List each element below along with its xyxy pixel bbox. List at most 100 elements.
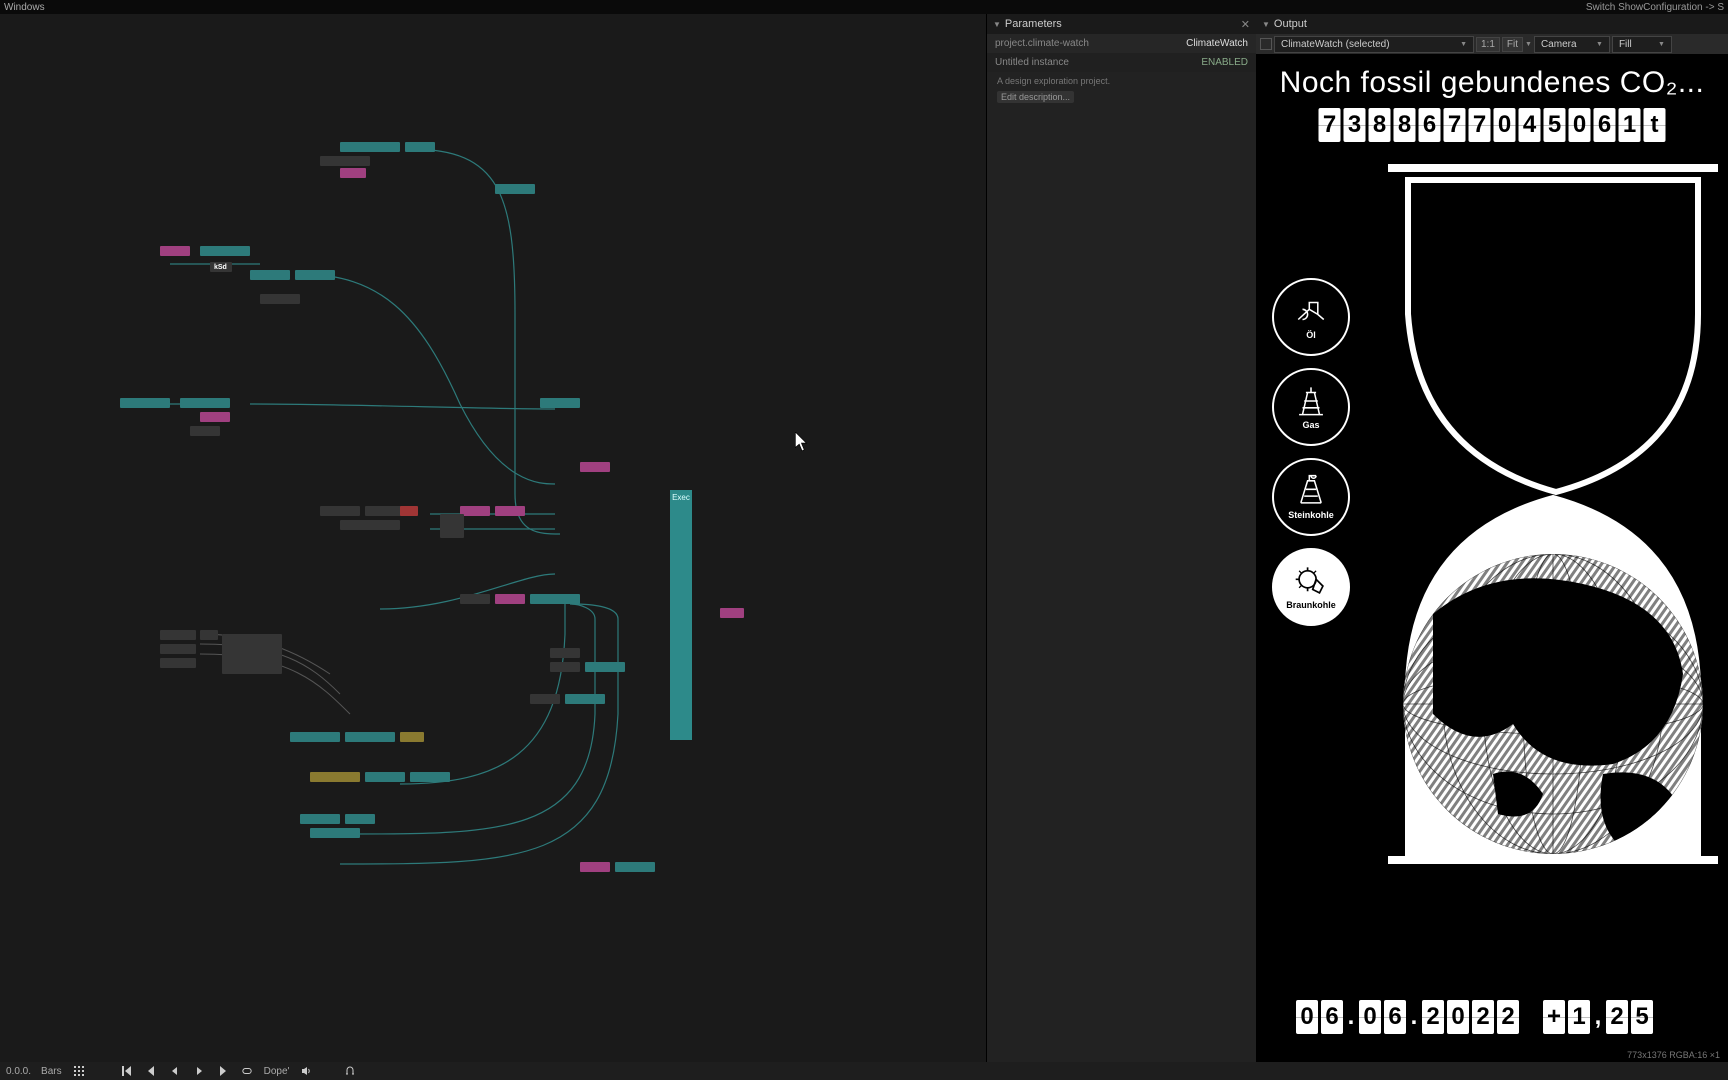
- grid-icon[interactable]: [72, 1064, 86, 1078]
- counter-digit: 4: [1519, 108, 1541, 142]
- timeline-bar[interactable]: 0.0.0. Bars Dope': [0, 1062, 1728, 1080]
- close-icon[interactable]: ✕: [1241, 18, 1250, 31]
- graph-node[interactable]: [340, 520, 400, 530]
- graph-node[interactable]: [295, 270, 335, 280]
- counter-digit: 5: [1544, 108, 1566, 142]
- enabled-badge[interactable]: ENABLED: [1201, 57, 1248, 68]
- step-back-icon[interactable]: [144, 1064, 158, 1078]
- graph-node[interactable]: [200, 412, 230, 422]
- graph-node[interactable]: [585, 662, 625, 672]
- output-source-dropdown[interactable]: ClimateWatch (selected)▼: [1274, 36, 1474, 53]
- graph-node[interactable]: [222, 634, 282, 674]
- graph-node[interactable]: [365, 506, 405, 516]
- graph-node[interactable]: [530, 694, 560, 704]
- render-viewport[interactable]: Noch fossil gebundenes CO₂... 7388677045…: [1256, 54, 1728, 1062]
- graph-node[interactable]: [160, 630, 196, 640]
- fuel-label: Öl: [1306, 330, 1316, 340]
- timeline-mode[interactable]: Bars: [41, 1066, 62, 1077]
- hourglass-graphic: [1388, 164, 1718, 864]
- fill-dropdown[interactable]: Fill▼: [1612, 36, 1672, 53]
- counter-digit: 1: [1619, 108, 1641, 142]
- graph-node[interactable]: [405, 142, 435, 152]
- camera-dropdown[interactable]: Camera▼: [1534, 36, 1610, 53]
- audio-icon[interactable]: [299, 1064, 313, 1078]
- loop-icon[interactable]: [240, 1064, 254, 1078]
- menu-windows[interactable]: Windows: [0, 2, 45, 13]
- graph-node[interactable]: [400, 506, 418, 516]
- graph-node[interactable]: [160, 644, 196, 654]
- co2-counter: 7388677045061t: [1319, 108, 1666, 142]
- graph-node[interactable]: [345, 732, 395, 742]
- graph-node[interactable]: [580, 862, 610, 872]
- date-digit: .: [1346, 1000, 1356, 1034]
- graph-node[interactable]: [340, 168, 366, 178]
- graph-node[interactable]: [320, 506, 360, 516]
- graph-node[interactable]: [120, 398, 170, 408]
- graph-node[interactable]: [250, 270, 290, 280]
- output-checkbox[interactable]: [1260, 38, 1272, 50]
- graph-node[interactable]: [440, 514, 464, 538]
- graph-node[interactable]: [160, 658, 196, 668]
- graph-node[interactable]: [180, 398, 230, 408]
- graph-node[interactable]: [190, 426, 220, 436]
- node-graph-canvas[interactable]: kSd Exec: [0, 14, 986, 1062]
- graph-node[interactable]: [400, 732, 424, 742]
- graph-node[interactable]: [530, 594, 580, 604]
- graph-node[interactable]: [410, 772, 450, 782]
- date-digit: 2: [1472, 1000, 1494, 1034]
- dropdown-icon[interactable]: ▼: [1525, 41, 1532, 48]
- config-switch-label[interactable]: Switch ShowConfiguration -> S: [1586, 2, 1728, 13]
- counter-digit: 3: [1344, 108, 1366, 142]
- parameters-panel: ▼ Parameters ✕ project.climate-watch Cli…: [986, 14, 1256, 1062]
- exec-node[interactable]: Exec: [670, 490, 692, 740]
- date-digit: 2: [1422, 1000, 1444, 1034]
- counter-digit: 0: [1569, 108, 1591, 142]
- graph-node[interactable]: [345, 814, 375, 824]
- graph-node[interactable]: [495, 506, 525, 516]
- graph-node[interactable]: kSd: [210, 262, 232, 272]
- graph-node[interactable]: [320, 156, 370, 166]
- graph-node[interactable]: [460, 506, 490, 516]
- collapse-icon[interactable]: ▼: [1262, 20, 1270, 29]
- counter-digit: 7: [1319, 108, 1341, 142]
- graph-node[interactable]: [310, 772, 360, 782]
- graph-node[interactable]: [290, 732, 340, 742]
- graph-node[interactable]: [495, 184, 535, 194]
- zoom-fit-button[interactable]: Fit: [1502, 37, 1523, 52]
- graph-node[interactable]: [260, 294, 300, 304]
- graph-node[interactable]: [615, 862, 655, 872]
- graph-node[interactable]: [200, 246, 250, 256]
- graph-node[interactable]: [310, 828, 360, 838]
- top-menu-bar: Windows Switch ShowConfiguration -> S: [0, 0, 1728, 14]
- graph-node[interactable]: [160, 246, 190, 256]
- zoom-1-1-button[interactable]: 1:1: [1476, 37, 1500, 52]
- play-icon[interactable]: [192, 1064, 206, 1078]
- graph-node[interactable]: [200, 630, 218, 640]
- graph-node[interactable]: [540, 398, 580, 408]
- dope-label[interactable]: Dope': [264, 1066, 290, 1077]
- parameters-header[interactable]: ▼ Parameters ✕: [987, 14, 1256, 34]
- graph-node[interactable]: [550, 662, 580, 672]
- graph-node[interactable]: [720, 608, 744, 618]
- graph-node[interactable]: [300, 814, 340, 824]
- graph-node[interactable]: [495, 594, 525, 604]
- graph-node[interactable]: [550, 648, 580, 658]
- graph-node[interactable]: [580, 462, 610, 472]
- output-header[interactable]: ▼ Output: [1256, 14, 1728, 34]
- collapse-icon[interactable]: ▼: [993, 20, 1001, 29]
- graph-node[interactable]: [565, 694, 605, 704]
- graph-node[interactable]: [460, 594, 490, 604]
- delta-digit: ,: [1593, 1000, 1603, 1034]
- counter-digit: 6: [1419, 108, 1441, 142]
- instance-name[interactable]: Untitled instance: [995, 57, 1069, 68]
- graph-node[interactable]: [365, 772, 405, 782]
- counter-digit: 7: [1469, 108, 1491, 142]
- snap-icon[interactable]: [343, 1064, 357, 1078]
- skip-start-icon[interactable]: [120, 1064, 134, 1078]
- step-forward-icon[interactable]: [216, 1064, 230, 1078]
- counter-digit: 7: [1444, 108, 1466, 142]
- play-back-icon[interactable]: [168, 1064, 182, 1078]
- graph-node[interactable]: [340, 142, 400, 152]
- fuel-label: Braunkohle: [1286, 600, 1336, 610]
- edit-description-button[interactable]: Edit description...: [997, 91, 1074, 103]
